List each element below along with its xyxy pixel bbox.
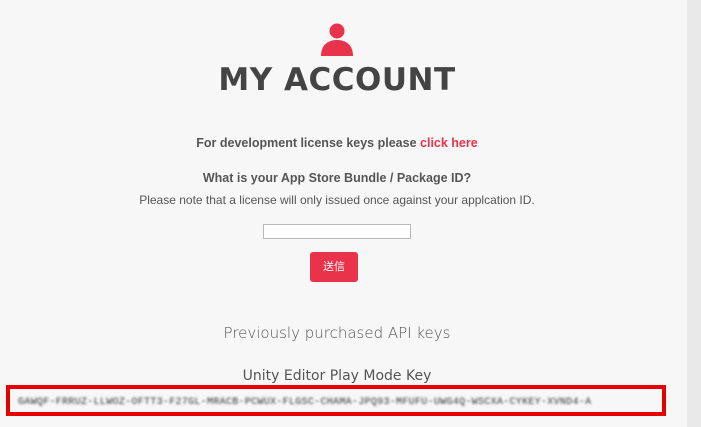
user-icon [321, 23, 353, 56]
key-value[interactable]: GAWQF-FRRUZ-LLWOZ-OFTT3-F27GL-MRACB-PCWU… [18, 397, 658, 408]
purchased-keys-heading: Previously purchased API keys [223, 324, 451, 342]
window-edge [687, 0, 701, 427]
dev-license-text: For development license keys please [196, 136, 417, 150]
license-note: Please note that a license will only iss… [139, 193, 535, 207]
key-label: Unity Editor Play Mode Key [242, 368, 432, 384]
key-highlight-box: GAWQF-FRRUZ-LLWOZ-OFTT3-F27GL-MRACB-PCWU… [6, 385, 666, 416]
submit-button[interactable]: 送信 [310, 252, 358, 282]
bundle-id-input[interactable] [263, 224, 411, 239]
dev-license-link[interactable]: click here [420, 136, 478, 150]
page-title: MY ACCOUNT [218, 62, 456, 98]
account-page: MY ACCOUNT For development license keys … [0, 0, 687, 427]
bundle-question: What is your App Store Bundle / Package … [202, 171, 472, 185]
dev-license-line: For development license keys please clic… [0, 136, 674, 150]
